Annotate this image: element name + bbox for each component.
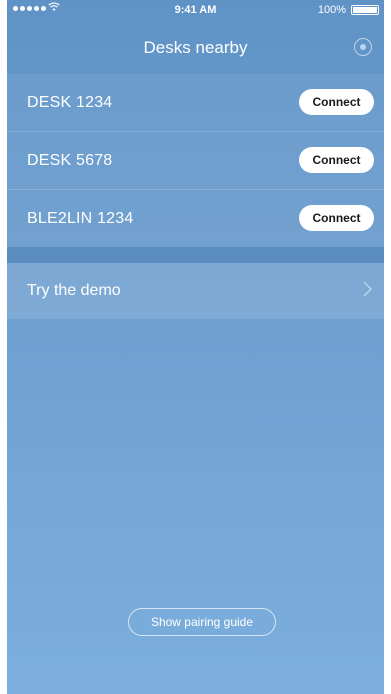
navigation-bar: Desks nearby <box>7 20 384 74</box>
section-divider <box>7 247 384 263</box>
connect-button[interactable]: Connect <box>299 147 374 173</box>
chevron-right-icon <box>363 281 372 302</box>
target-icon[interactable] <box>354 38 372 56</box>
connect-button[interactable]: Connect <box>299 205 374 231</box>
try-demo-label: Try the demo <box>27 282 121 299</box>
connect-button[interactable]: Connect <box>299 89 374 115</box>
battery-icon <box>351 5 379 15</box>
show-pairing-guide-button[interactable]: Show pairing guide <box>128 608 276 636</box>
desk-name: DESK 1234 <box>27 94 113 111</box>
desk-row: DESK 1234 Connect <box>7 74 384 132</box>
status-bar: 9:41 AM 100% <box>7 0 384 20</box>
desk-row: BLE2LIN 1234 Connect <box>7 190 384 247</box>
desk-row: DESK 5678 Connect <box>7 132 384 190</box>
desk-name: BLE2LIN 1234 <box>27 210 134 227</box>
battery-percentage: 100% <box>317 4 346 16</box>
try-demo-row[interactable]: Try the demo <box>7 263 384 319</box>
app-screen: 9:41 AM 100% Desks nearby DESK 1234 Conn… <box>7 0 384 694</box>
desk-name: DESK 5678 <box>27 152 113 169</box>
page-title: Desks nearby <box>143 38 248 57</box>
desk-list: DESK 1234 Connect DESK 5678 Connect BLE2… <box>7 74 384 247</box>
